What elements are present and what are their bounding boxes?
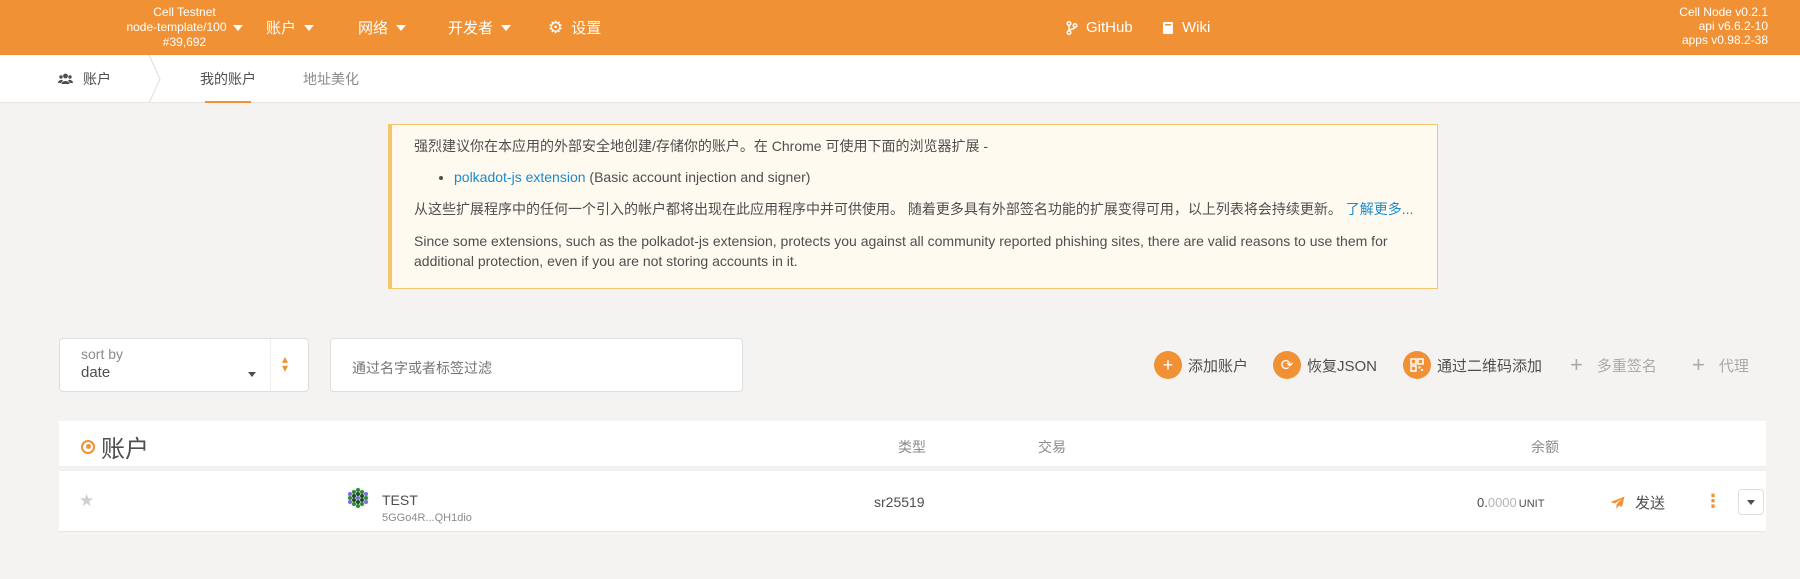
menu-developer[interactable]: 开发者 xyxy=(448,0,512,55)
banner-line-2: 从这些扩展程序中的任何一个引入的帐户都将出现在此应用程序中并可供使用。 随着更多… xyxy=(414,199,1417,219)
send-button[interactable]: 发送 xyxy=(1610,492,1665,513)
multisig-button[interactable]: + 多重签名 xyxy=(1570,351,1657,379)
caret-down-icon xyxy=(501,24,512,31)
banner-line-2-text: 从这些扩展程序中的任何一个引入的帐户都将出现在此应用程序中并可供使用。 随着更多… xyxy=(414,201,1342,217)
breadcrumb-chevron xyxy=(148,55,161,103)
extension-list-item: polkadot-js extension (Basic account inj… xyxy=(454,167,1417,187)
users-icon xyxy=(58,73,73,84)
add-via-qr-label: 通过二维码添加 xyxy=(1437,357,1543,375)
caret-down-icon xyxy=(1747,499,1755,505)
account-address[interactable]: 5GGo4R...QH1dio xyxy=(382,512,472,524)
caret-down-icon xyxy=(304,24,315,31)
paper-plane-icon xyxy=(1610,496,1625,509)
multisig-label: 多重签名 xyxy=(1596,357,1657,375)
expand-row-button[interactable] xyxy=(1738,489,1764,515)
proxy-button[interactable]: + 代理 xyxy=(1692,351,1749,379)
plus-icon: + xyxy=(1692,352,1705,377)
filter-input[interactable] xyxy=(330,338,743,392)
tab-my-accounts[interactable]: 我的账户 xyxy=(200,55,256,103)
send-label: 发送 xyxy=(1635,495,1666,512)
tab-my-accounts-label: 我的账户 xyxy=(200,71,256,87)
extension-warning-banner: 强烈建议你在本应用的外部安全地创建/存储你的账户。在 Chrome 可使用下面的… xyxy=(388,124,1438,289)
star-icon[interactable]: ★ xyxy=(79,491,94,511)
account-balance: 0.0000 UNIT xyxy=(1477,495,1544,510)
extension-list: polkadot-js extension (Basic account inj… xyxy=(454,167,1417,187)
restore-json-button[interactable]: ⟳ 恢复JSON xyxy=(1273,351,1377,379)
identicon-icon[interactable] xyxy=(347,487,369,509)
sync-icon: ⟳ xyxy=(1273,351,1301,379)
menu-network[interactable]: 网络 xyxy=(358,0,407,55)
sort-by-dropdown[interactable]: sort by date ▴ ▾ xyxy=(59,338,309,393)
balance-unit: UNIT xyxy=(1518,498,1545,510)
col-balance: 余额 xyxy=(1531,439,1559,455)
wiki-link[interactable]: Wiki xyxy=(1162,0,1210,55)
sort-divider xyxy=(270,339,271,393)
sort-by-label: sort by xyxy=(81,346,124,362)
node-version: Cell Node v0.2.1 xyxy=(1679,5,1768,19)
section-home: 账户 xyxy=(58,55,111,103)
col-type: 类型 xyxy=(898,439,926,455)
github-link[interactable]: GitHub xyxy=(1066,0,1133,55)
accounts-table-header: 账户 类型 交易 余额 xyxy=(59,421,1766,467)
account-name[interactable]: TEST xyxy=(382,492,418,508)
banner-line-1: 强烈建议你在本应用的外部安全地创建/存储你的账户。在 Chrome 可使用下面的… xyxy=(414,138,989,154)
wiki-label: Wiki xyxy=(1182,19,1211,36)
chain-selector[interactable]: Cell Testnet node-template/100 #39,692 xyxy=(112,5,257,50)
caret-down-icon xyxy=(396,24,407,31)
api-version: api v6.6.2-10 xyxy=(1698,19,1768,33)
menu-network-label: 网络 xyxy=(358,20,389,37)
extension-description: (Basic account injection and signer) xyxy=(589,169,811,185)
caret-down-icon xyxy=(248,372,256,377)
polkadot-extension-link[interactable]: polkadot-js extension xyxy=(454,169,586,185)
book-icon xyxy=(1163,21,1173,34)
node-name: node-template/100 xyxy=(126,20,227,34)
tab-bar: 账户 我的账户 地址美化 xyxy=(0,55,1800,103)
chain-name: Cell Testnet xyxy=(153,5,216,19)
sort-direction-icon[interactable]: ▴ ▾ xyxy=(282,353,288,374)
plus-icon: + xyxy=(1570,352,1583,377)
menu-accounts-label: 账户 xyxy=(266,20,297,37)
add-via-qr-button[interactable]: 通过二维码添加 xyxy=(1403,351,1542,379)
col-transactions: 交易 xyxy=(1038,439,1066,455)
learn-more-link[interactable]: 了解更多... xyxy=(1346,201,1414,217)
account-type: sr25519 xyxy=(874,494,925,510)
add-account-label: 添加账户 xyxy=(1188,357,1249,375)
sort-by-value: date xyxy=(81,364,111,381)
banner-line-3: Since some extensions, such as the polka… xyxy=(414,233,1388,269)
tab-vanity-label: 地址美化 xyxy=(303,71,359,87)
menu-settings[interactable]: ⚙ 设置 xyxy=(548,0,601,55)
apps-version: apps v0.98.2-38 xyxy=(1681,33,1768,47)
plus-icon: + xyxy=(1154,351,1182,379)
add-account-button[interactable]: + 添加账户 xyxy=(1154,351,1248,379)
restore-json-label: 恢复JSON xyxy=(1307,357,1378,375)
code-branch-icon xyxy=(1066,20,1078,35)
qrcode-icon xyxy=(1403,351,1431,379)
block-number: #39,692 xyxy=(162,35,207,49)
section-home-label: 账户 xyxy=(83,71,111,87)
menu-developer-label: 开发者 xyxy=(448,20,494,37)
proxy-label: 代理 xyxy=(1718,357,1749,375)
gear-icon: ⚙ xyxy=(548,17,564,37)
balance-decimal: 0000 xyxy=(1487,495,1517,510)
version-info: Cell Node v0.2.1 api v6.6.2-10 apps v0.9… xyxy=(1679,5,1768,47)
github-label: GitHub xyxy=(1086,19,1133,36)
more-options-icon[interactable]: ⋮ xyxy=(1704,491,1722,512)
menu-accounts[interactable]: 账户 xyxy=(266,0,315,55)
dot-circle-icon xyxy=(81,439,95,454)
accounts-title-label: 账户 xyxy=(101,436,149,463)
table-row: ★ TEST 5GGo4R...QH1dio sr25519 0.0000 UNI… xyxy=(59,470,1766,532)
caret-down-icon xyxy=(232,24,243,31)
tab-vanity[interactable]: 地址美化 xyxy=(303,55,359,103)
menu-settings-label: 设置 xyxy=(571,20,602,37)
balance-integer: 0. xyxy=(1477,495,1488,510)
top-nav-bar: Cell Testnet node-template/100 #39,692 账… xyxy=(0,0,1800,55)
accounts-table-title: 账户 xyxy=(81,429,149,464)
